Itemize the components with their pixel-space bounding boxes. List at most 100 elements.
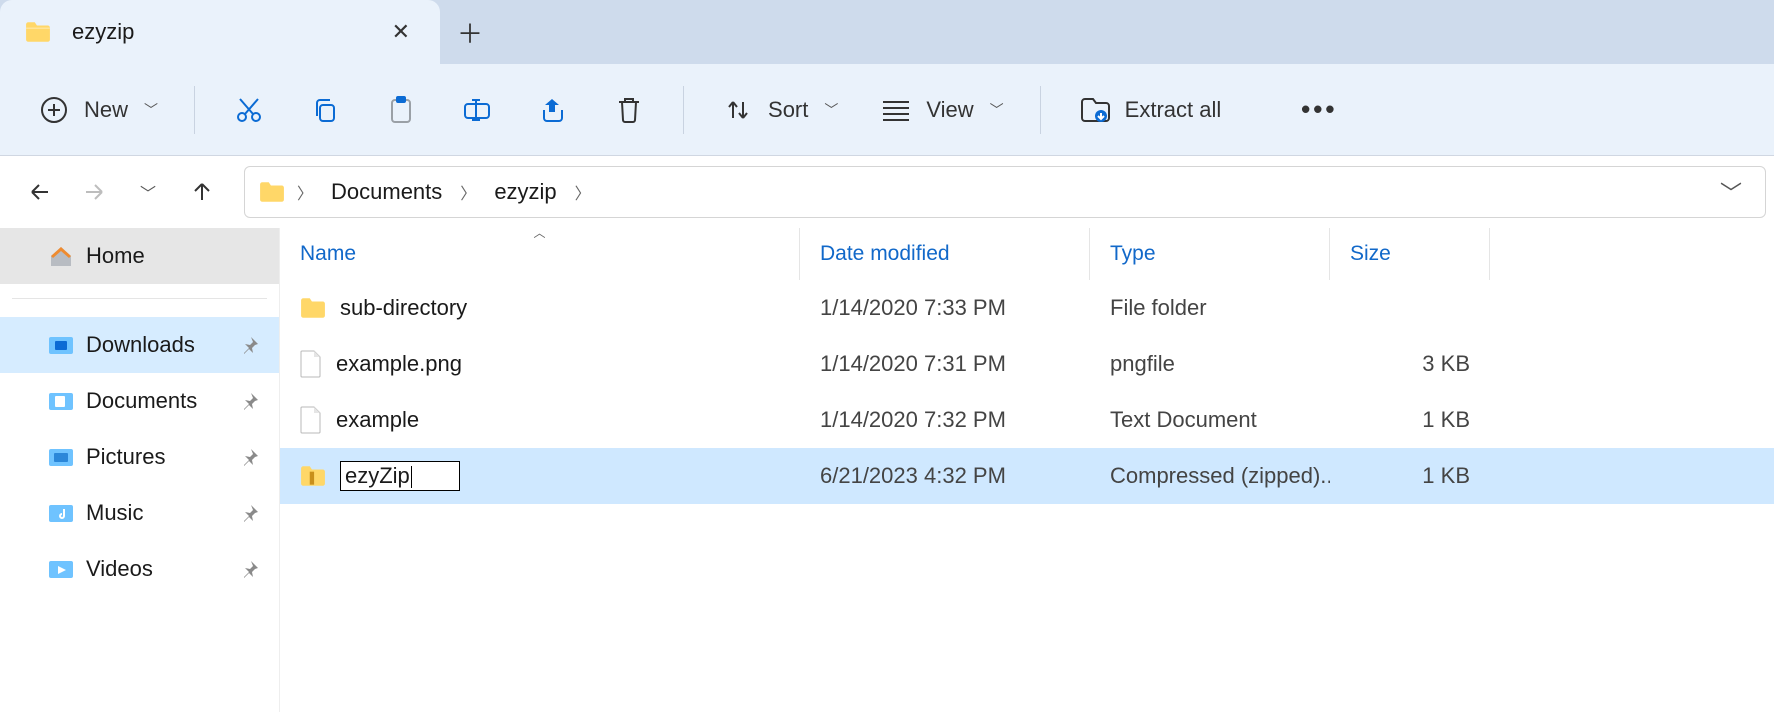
separator [12, 298, 267, 299]
view-label: View [926, 97, 973, 123]
videos-folder-icon [48, 558, 74, 580]
chevron-down-icon: ﹀ [140, 180, 156, 204]
file-size: 1 KB [1330, 448, 1490, 504]
back-button[interactable] [16, 168, 64, 216]
view-button[interactable]: View ﹀ [862, 82, 1019, 138]
file-name: example [336, 407, 419, 433]
column-header-label: Type [1110, 242, 1156, 266]
rename-icon [459, 92, 495, 128]
column-header-label: Size [1350, 242, 1391, 266]
sidebar-item-downloads[interactable]: Downloads [0, 317, 279, 373]
chevron-right-icon[interactable]: 〉 [295, 180, 315, 204]
pin-icon[interactable] [241, 392, 259, 410]
sidebar-item-label: Pictures [86, 444, 165, 470]
column-header-type[interactable]: Type [1090, 228, 1330, 280]
tab-title: ezyzip [72, 19, 134, 45]
file-rows: sub-directory 1/14/2020 7:33 PM File fol… [280, 280, 1774, 712]
sort-label: Sort [768, 97, 808, 123]
breadcrumb-item[interactable]: Documents [325, 175, 448, 209]
breadcrumb-item[interactable]: ezyzip [488, 175, 562, 209]
paste-button[interactable] [367, 82, 435, 138]
more-button[interactable]: ••• [1285, 82, 1353, 138]
separator [683, 86, 684, 134]
tab-ezyzip[interactable]: ezyzip ✕ [0, 0, 440, 64]
column-header-name[interactable]: ︿ Name [280, 228, 800, 280]
file-icon [300, 350, 322, 378]
sidebar-item-label: Home [86, 243, 145, 269]
file-size: 3 KB [1330, 336, 1490, 392]
file-row[interactable]: example.png 1/14/2020 7:31 PM pngfile 3 … [280, 336, 1774, 392]
new-tab-button[interactable]: ＋ [440, 0, 500, 64]
sidebar-item-label: Downloads [86, 332, 195, 358]
separator [1040, 86, 1041, 134]
up-button[interactable] [178, 168, 226, 216]
downloads-folder-icon [48, 334, 74, 356]
share-icon [535, 92, 571, 128]
sort-button[interactable]: Sort ﹀ [704, 82, 854, 138]
recent-locations-button[interactable]: ﹀ [124, 168, 172, 216]
main-area: Home Downloads Documents Pict [0, 228, 1774, 712]
separator [194, 86, 195, 134]
close-tab-button[interactable]: ✕ [382, 13, 420, 51]
chevron-down-icon: ﹀ [824, 100, 838, 120]
extract-icon [1077, 92, 1113, 128]
sidebar-item-videos[interactable]: Videos [0, 541, 279, 597]
file-date: 1/14/2020 7:32 PM [800, 392, 1090, 448]
chevron-down-icon: ﹀ [144, 100, 158, 120]
pictures-folder-icon [48, 446, 74, 468]
new-label: New [84, 97, 128, 123]
chevron-right-icon[interactable]: 〉 [458, 180, 478, 204]
navigation-bar: ﹀ 〉 Documents 〉 ezyzip 〉 ﹀ [0, 156, 1774, 228]
file-type: File folder [1090, 280, 1330, 336]
file-row[interactable]: sub-directory 1/14/2020 7:33 PM File fol… [280, 280, 1774, 336]
column-header-size[interactable]: Size [1330, 228, 1490, 280]
extract-label: Extract all [1125, 97, 1222, 123]
rename-button[interactable] [443, 82, 511, 138]
delete-button[interactable] [595, 82, 663, 138]
file-type: Text Document [1090, 392, 1330, 448]
file-row[interactable]: example 1/14/2020 7:32 PM Text Document … [280, 392, 1774, 448]
plus-circle-icon [36, 92, 72, 128]
forward-button[interactable] [70, 168, 118, 216]
file-date: 1/14/2020 7:33 PM [800, 280, 1090, 336]
file-type: pngfile [1090, 336, 1330, 392]
file-name: example.png [336, 351, 462, 377]
pin-icon[interactable] [241, 336, 259, 354]
address-bar[interactable]: 〉 Documents 〉 ezyzip 〉 ﹀ [244, 166, 1766, 218]
pin-icon[interactable] [241, 448, 259, 466]
sidebar-item-label: Documents [86, 388, 197, 414]
pin-icon[interactable] [241, 560, 259, 578]
share-button[interactable] [519, 82, 587, 138]
file-row-selected[interactable]: ezyZip 6/21/2023 4:32 PM Compressed (zip… [280, 448, 1774, 504]
scissors-icon [231, 92, 267, 128]
rename-input-value: ezyZip [345, 463, 410, 488]
trash-icon [611, 92, 647, 128]
file-size [1330, 280, 1490, 336]
column-header-spacer [1490, 228, 1774, 280]
sidebar-item-documents[interactable]: Documents [0, 373, 279, 429]
address-history-button[interactable]: ﹀ [1711, 176, 1751, 208]
clipboard-icon [383, 92, 419, 128]
copy-icon [307, 92, 343, 128]
folder-icon [20, 14, 56, 50]
more-icon: ••• [1301, 92, 1337, 128]
column-headers: ︿ Name Date modified Type Size [280, 228, 1774, 280]
file-name: sub-directory [340, 295, 467, 321]
extract-all-button[interactable]: Extract all [1061, 82, 1238, 138]
view-icon [878, 92, 914, 128]
file-type: Compressed (zipped)... [1090, 448, 1330, 504]
chevron-right-icon[interactable]: 〉 [573, 180, 593, 204]
sidebar-item-music[interactable]: Music [0, 485, 279, 541]
new-button[interactable]: New ﹀ [20, 82, 174, 138]
copy-button[interactable] [291, 82, 359, 138]
cut-button[interactable] [215, 82, 283, 138]
sidebar-item-home[interactable]: Home [0, 228, 279, 284]
music-folder-icon [48, 502, 74, 524]
toolbar: New ﹀ Sort ﹀ [0, 64, 1774, 156]
sidebar-item-label: Music [86, 500, 143, 526]
chevron-down-icon: ﹀ [990, 100, 1004, 120]
pin-icon[interactable] [241, 504, 259, 522]
rename-input[interactable]: ezyZip [340, 461, 460, 491]
column-header-date[interactable]: Date modified [800, 228, 1090, 280]
sidebar-item-pictures[interactable]: Pictures [0, 429, 279, 485]
